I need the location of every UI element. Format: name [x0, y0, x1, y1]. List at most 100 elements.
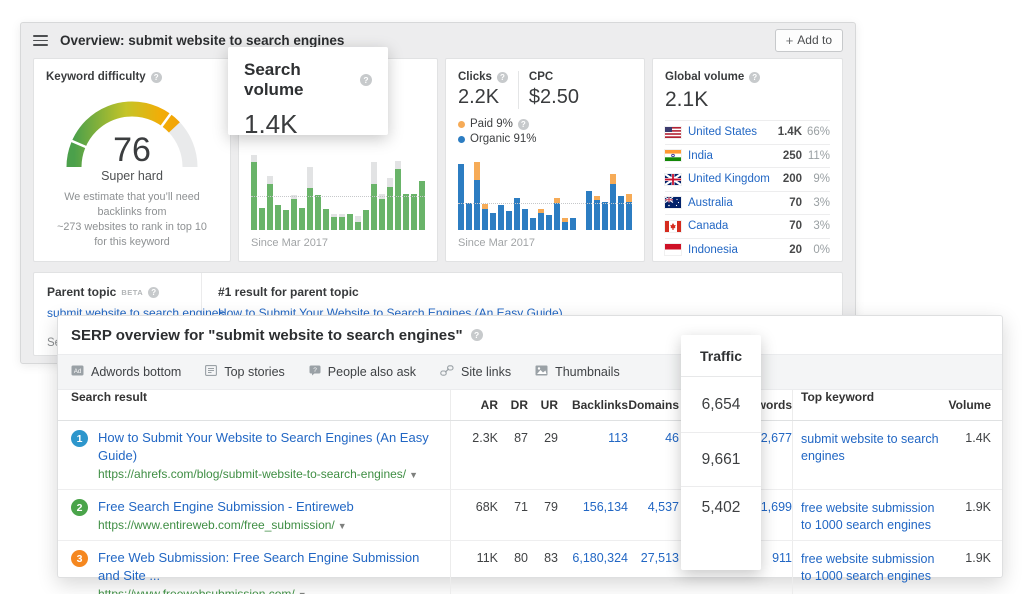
result-title-link[interactable]: Free Search Engine Submission - Entirewe… — [98, 499, 354, 514]
metric-panels: Keyword difficulty ? — [21, 58, 855, 262]
serp-title: SERP overview for "submit website to sea… — [71, 327, 463, 344]
search-volume-title: Search volume — [244, 60, 353, 100]
organic-label: Organic 91% — [470, 133, 536, 145]
clicks-legend: Paid 9% ? Organic 91% — [458, 118, 632, 145]
url-dropdown-icon[interactable]: ▼ — [338, 521, 347, 531]
page: Overview: submit website to search engin… — [0, 0, 1024, 594]
help-icon[interactable]: ? — [471, 329, 483, 341]
feature-thumbnails: Thumbnails — [535, 365, 620, 379]
backlinks-link[interactable]: 113 — [558, 421, 628, 445]
keyword-difficulty-label: Keyword difficulty — [46, 71, 146, 83]
clicks-chart — [458, 158, 632, 230]
serp-table-row: 2 Free Search Engine Submission - Entire… — [58, 490, 1002, 541]
feature-site-links: Site links — [440, 365, 511, 379]
cpc-label: CPC — [529, 71, 579, 83]
clicks-label: Clicks — [458, 71, 492, 83]
country-list: United States 1.4K 66% India 250 11% Uni… — [665, 120, 830, 261]
result-url-link[interactable]: https://www.freewebsubmission.com/ — [98, 587, 295, 594]
help-icon[interactable]: ? — [360, 74, 372, 86]
global-volume-label: Global volume — [665, 71, 744, 83]
domains-link[interactable]: 4,537 — [628, 490, 679, 514]
overview-card: Overview: submit website to search engin… — [20, 22, 856, 364]
country-row: Australia 70 3% — [665, 191, 830, 215]
global-volume-panel: Global volume ? 2.1K United States 1.4K … — [652, 58, 843, 262]
top-keyword-link[interactable]: submit website to search engines — [792, 421, 941, 489]
top-stories-icon — [205, 365, 217, 379]
serp-table-row: 3 Free Web Submission: Free Search Engin… — [58, 541, 1002, 594]
country-link[interactable]: Canada — [688, 220, 728, 232]
feature-adwords-bottom: Ad Adwords bottom — [71, 365, 181, 379]
serp-table-header: Search result AR DR UR Backlinks Domains… — [58, 390, 1002, 421]
uk-flag-icon — [665, 174, 681, 185]
help-icon[interactable]: ? — [497, 72, 508, 83]
canada-flag-icon — [665, 221, 681, 232]
url-dropdown-icon[interactable]: ▼ — [409, 470, 418, 480]
country-link[interactable]: United States — [688, 126, 757, 138]
svg-text:?: ? — [313, 367, 317, 374]
traffic-header: Traffic — [681, 335, 761, 377]
parent-result-label: #1 result for parent topic — [218, 285, 826, 299]
country-row: United Kingdom 200 9% — [665, 167, 830, 191]
difficulty-score: 76 — [113, 131, 151, 169]
help-icon[interactable]: ? — [148, 287, 159, 298]
country-row: United States 1.4K 66% — [665, 120, 830, 144]
overview-card-header: Overview: submit website to search engin… — [21, 23, 855, 58]
add-to-button[interactable]: + Add to — [775, 29, 843, 52]
help-icon[interactable]: ? — [518, 119, 529, 130]
domains-link[interactable]: 46 — [628, 421, 679, 445]
search-volume-chart — [251, 152, 425, 230]
top-keyword-link[interactable]: free website submission to 1000 search e… — [792, 541, 941, 594]
country-link[interactable]: India — [688, 150, 713, 162]
feature-people-also-ask: ? People also ask — [309, 365, 416, 379]
plus-icon: + — [786, 34, 794, 47]
since-label: Since Mar 2017 — [458, 237, 632, 249]
add-to-label: Add to — [797, 33, 832, 47]
people-also-ask-icon: ? — [309, 365, 321, 379]
indonesia-flag-icon — [665, 244, 681, 255]
australia-flag-icon — [665, 197, 681, 208]
help-icon[interactable]: ? — [151, 72, 162, 83]
country-row: Indonesia 20 0% — [665, 238, 830, 262]
serp-features-row: Ad Adwords bottom Top stories ? People a… — [58, 354, 1002, 390]
backlinks-link[interactable]: 6,180,324 — [558, 541, 628, 565]
cpc-value: $2.50 — [529, 86, 579, 109]
result-title-link[interactable]: Free Web Submission: Free Search Engine … — [98, 550, 419, 583]
search-volume-popup: Search volume ? 1.4K — [228, 47, 388, 135]
us-flag-icon — [665, 127, 681, 138]
average-line — [458, 203, 632, 204]
serp-overview-card: SERP overview for "submit website to sea… — [57, 315, 1003, 578]
position-badge: 2 — [71, 499, 88, 516]
thumbnails-icon — [535, 365, 548, 379]
domains-link[interactable]: 27,513 — [628, 541, 679, 565]
result-url-link[interactable]: https://ahrefs.com/blog/submit-website-t… — [98, 467, 406, 481]
traffic-column-popup: Traffic 6,654 9,661 5,402 — [681, 335, 761, 570]
parent-topic-label: Parent topic — [47, 285, 116, 299]
country-row: Canada 70 3% — [665, 214, 830, 238]
country-link[interactable]: Australia — [688, 197, 733, 209]
since-label: Since Mar 2017 — [251, 237, 425, 249]
country-link[interactable]: Indonesia — [688, 244, 738, 256]
country-row: India 250 11% — [665, 144, 830, 168]
clicks-value: 2.2K — [458, 86, 508, 109]
url-dropdown-icon[interactable]: ▼ — [298, 590, 307, 594]
average-line — [251, 196, 425, 197]
help-icon[interactable]: ? — [749, 72, 760, 83]
clicks-panel: Clicks ? 2.2K CPC $2.50 Paid 9% — [445, 58, 645, 262]
beta-badge: BETA — [121, 288, 143, 297]
india-flag-icon — [665, 150, 681, 161]
traffic-value: 9,661 — [681, 433, 761, 487]
page-title: Overview: submit website to search engin… — [60, 33, 344, 48]
svg-text:Ad: Ad — [74, 369, 81, 375]
difficulty-note: We estimate that you’ll need backlinks f… — [46, 190, 218, 250]
result-title-link[interactable]: How to Submit Your Website to Search Eng… — [98, 430, 429, 463]
search-volume-value: 1.4K — [244, 109, 372, 140]
menu-icon[interactable] — [33, 35, 48, 46]
feature-top-stories: Top stories — [205, 365, 284, 379]
result-url-link[interactable]: https://www.entireweb.com/free_submissio… — [98, 518, 335, 532]
traffic-value: 5,402 — [681, 487, 761, 570]
top-keyword-link[interactable]: free website submission to 1000 search e… — [792, 490, 941, 540]
backlinks-link[interactable]: 156,134 — [558, 490, 628, 514]
organic-dot — [458, 136, 465, 143]
adwords-icon: Ad — [71, 365, 84, 379]
country-link[interactable]: United Kingdom — [688, 173, 770, 185]
